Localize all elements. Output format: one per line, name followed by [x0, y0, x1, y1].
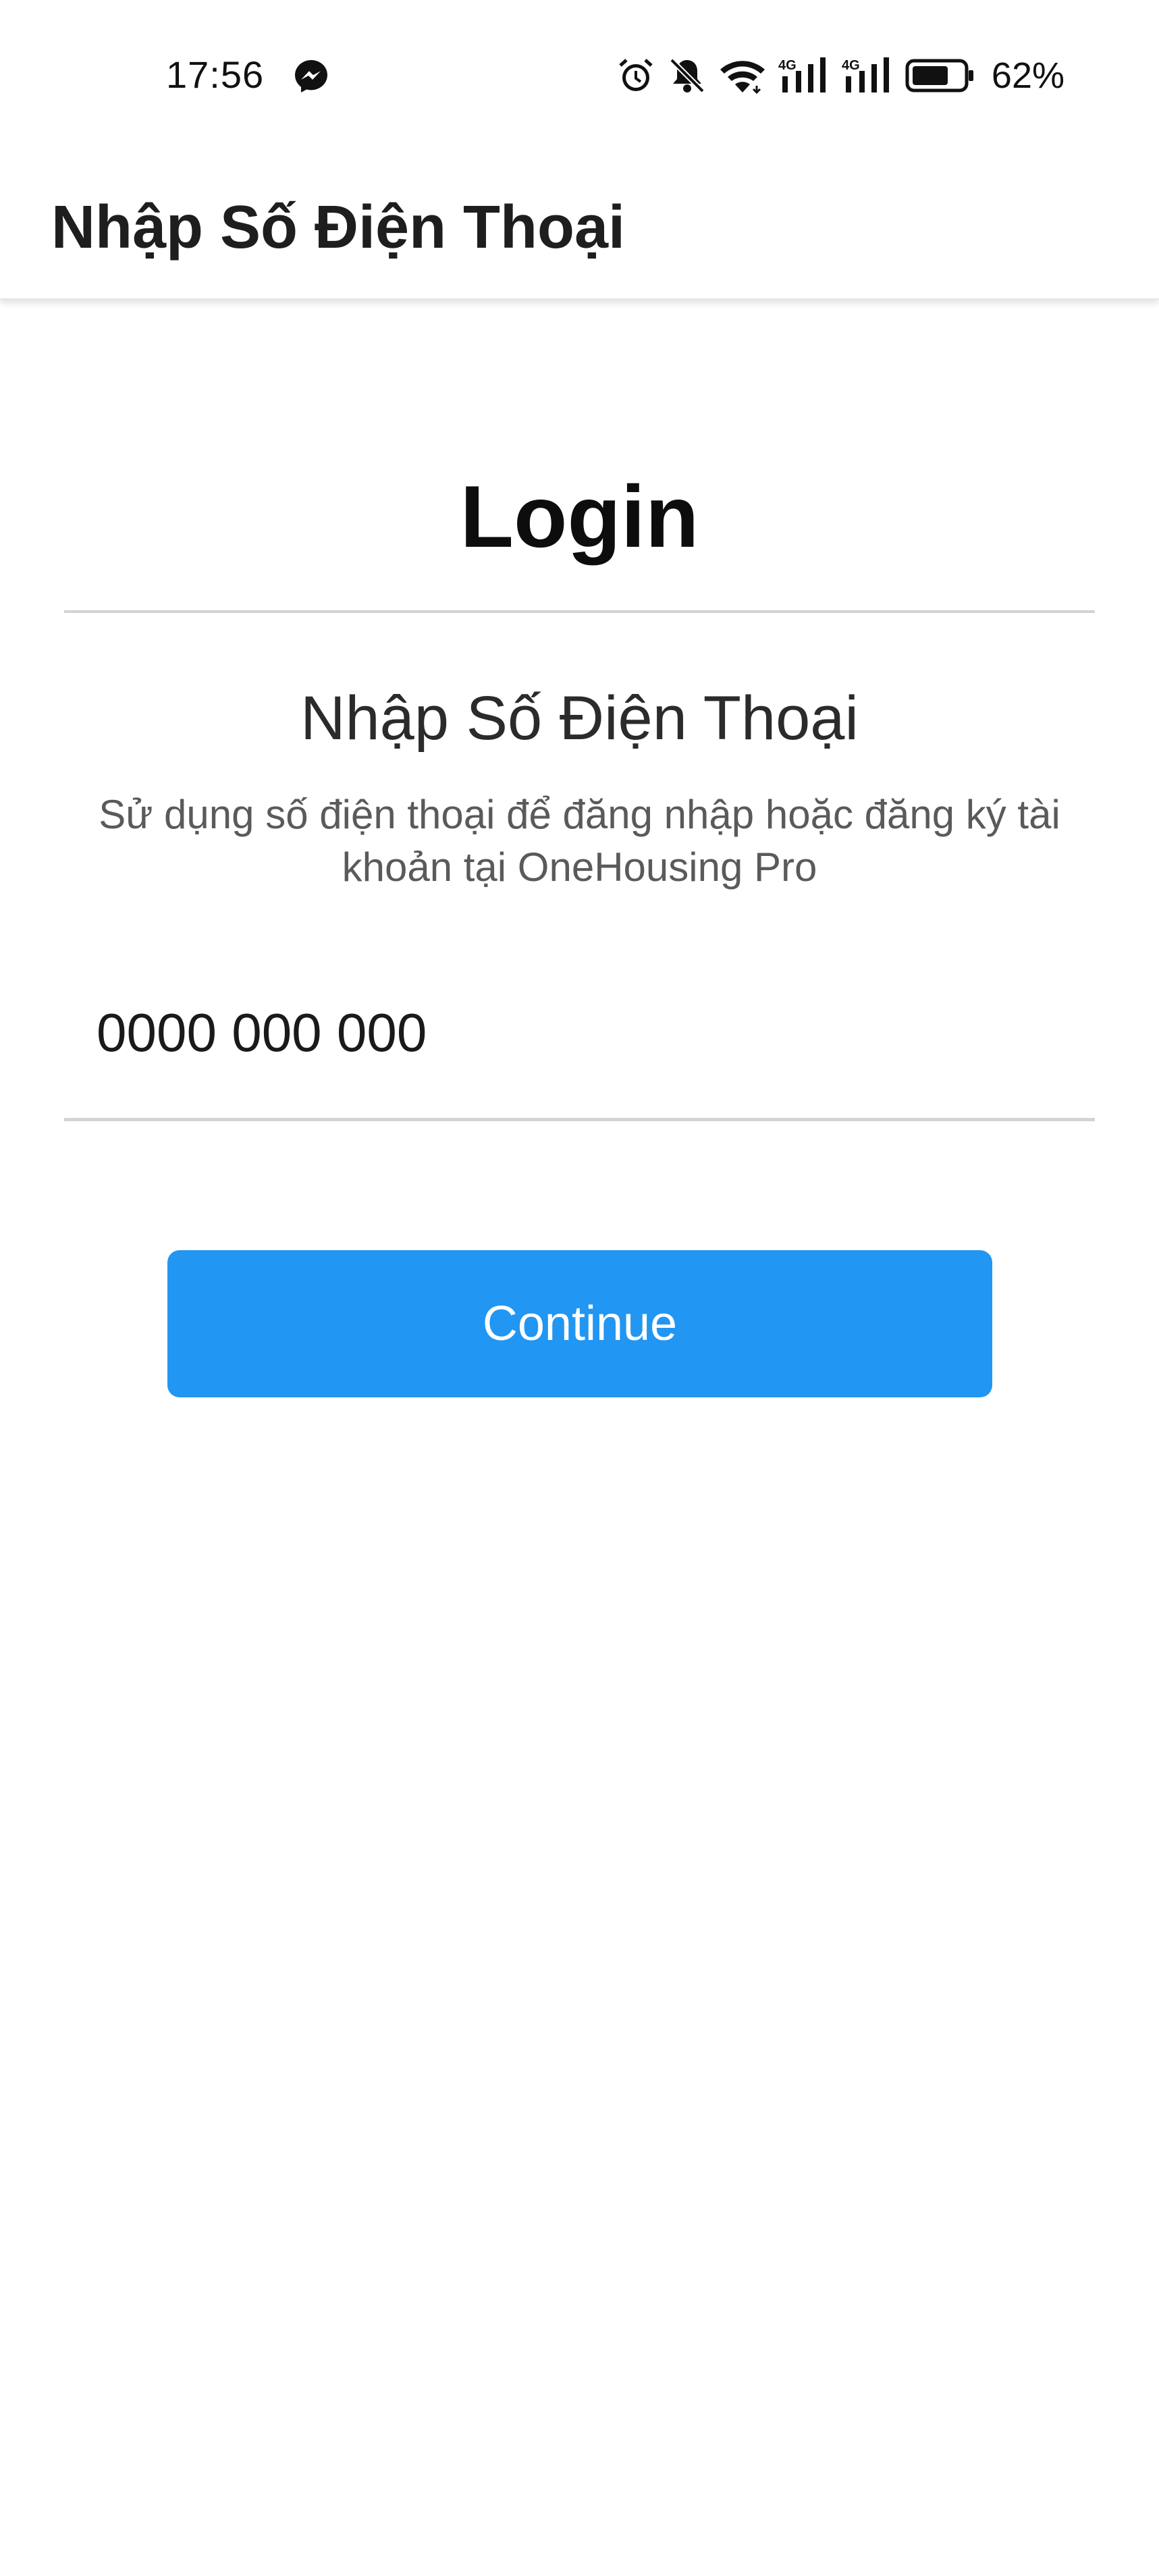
signal-4g-icon: 4G — [778, 56, 830, 95]
status-icons: 4G 4G 62% — [616, 54, 1064, 97]
login-title: Login — [460, 467, 699, 566]
phone-number-input[interactable] — [97, 986, 1042, 1080]
network-label: 4G — [778, 58, 797, 73]
mute-bell-icon — [668, 56, 707, 95]
battery-icon — [905, 57, 975, 94]
alarm-icon — [616, 56, 655, 95]
battery-percent: 62% — [991, 55, 1064, 96]
wifi-icon — [719, 56, 766, 95]
continue-button[interactable]: Continue — [167, 1250, 992, 1397]
divider — [64, 610, 1095, 613]
network-label: 4G — [842, 58, 860, 73]
section-heading: Nhập Số Điện Thoại — [300, 684, 859, 753]
section-subtitle: Sử dụng số điện thoại để đăng nhập hoặc … — [99, 792, 1060, 890]
phone-field — [64, 979, 1095, 1121]
signal-4g-icon: 4G — [842, 56, 893, 95]
phone-input-underline — [64, 1118, 1095, 1121]
app-bar: Nhập Số Điện Thoại — [0, 155, 1159, 300]
messenger-icon — [293, 58, 329, 95]
status-time: 17:56 — [166, 53, 265, 96]
login-screen: 17:56 4G 4G 62% Nhập Số Điện Thoại Login… — [0, 0, 1159, 2576]
status-bar: 17:56 4G 4G 62% — [0, 0, 1159, 155]
app-bar-title: Nhập Số Điện Thoại — [51, 194, 626, 261]
